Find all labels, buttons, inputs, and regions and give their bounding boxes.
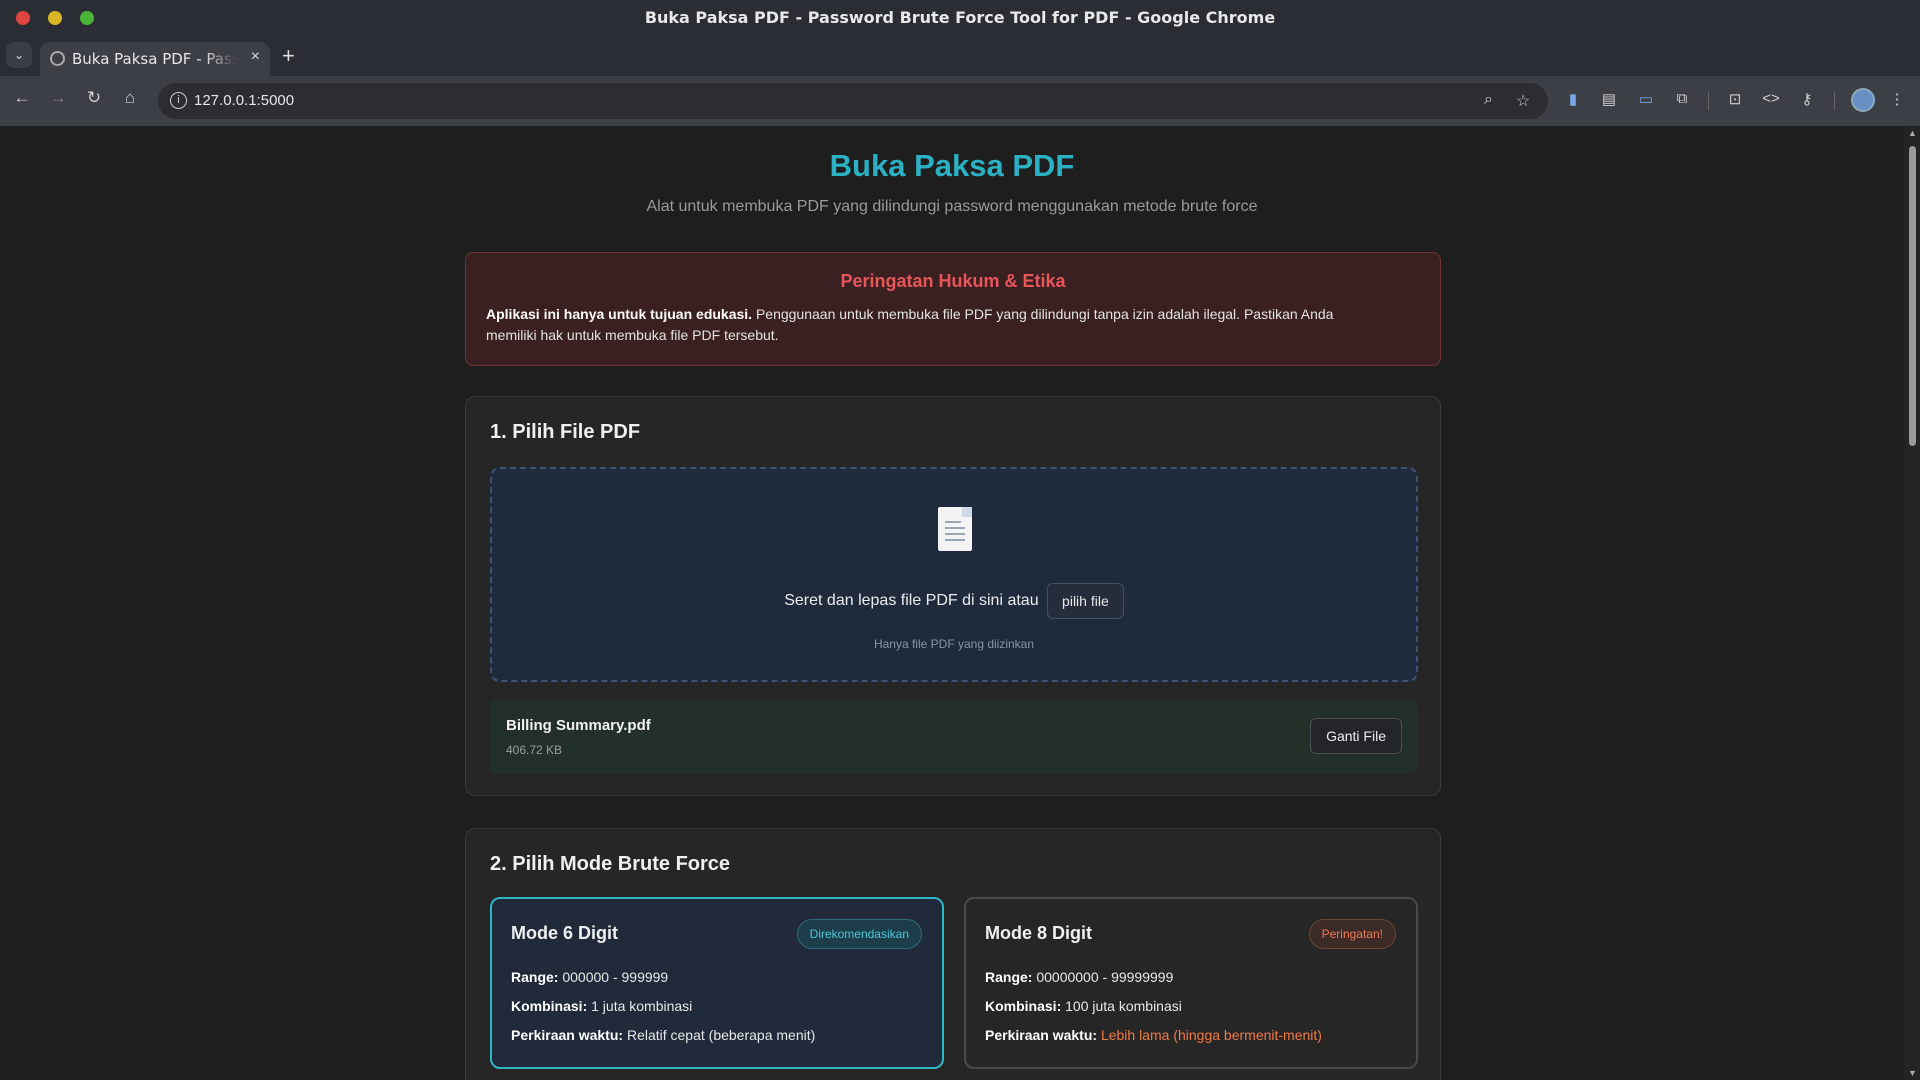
back-icon[interactable]: ← (10, 88, 34, 108)
site-info-icon[interactable]: i (170, 92, 187, 109)
password-key-icon[interactable]: ⚷ (1796, 90, 1818, 108)
selected-file-box: Billing Summary.pdf 406.72 KB Ganti File (490, 700, 1418, 774)
dropzone-hint: Hanya file PDF yang diizinkan (873, 637, 1035, 651)
pick-file-button[interactable]: pilih file (1047, 583, 1124, 619)
page-scrollbar[interactable]: ▲ ▼ (1904, 126, 1920, 1080)
page-title: Buka Paksa PDF (829, 148, 1075, 183)
globe-icon (50, 51, 65, 66)
dropzone-text: Seret dan lepas file PDF di sini atau pi… (492, 583, 1416, 619)
mode-8-digit-option[interactable]: Mode 8 Digit Peringatan! Range: 00000000… (964, 897, 1418, 1069)
window-titlebar: Buka Paksa PDF - Password Brute Force To… (0, 0, 1920, 36)
bookmark-star-icon[interactable]: ☆ (1516, 91, 1530, 111)
mode-title: Mode 8 Digit (985, 923, 1092, 943)
document-icon (938, 507, 972, 551)
tab-title: Buka Paksa PDF - Password Brute Force To… (72, 50, 237, 68)
mode-range: Range: 000000 - 999999 (511, 969, 669, 985)
browser-tab[interactable]: Buka Paksa PDF - Password Brute Force To… (40, 42, 270, 76)
mode-combinations: Kombinasi: 100 juta kombinasi (985, 998, 1182, 1014)
window-title: Buka Paksa PDF - Password Brute Force To… (644, 8, 1276, 27)
tab-strip: ⌄ Buka Paksa PDF - Password Brute Force … (0, 36, 1920, 76)
mode-title: Mode 6 Digit (511, 923, 618, 943)
puzzle-extensions-icon[interactable]: ⧉ (1671, 90, 1693, 107)
scroll-up-icon[interactable]: ▲ (1908, 128, 1917, 138)
warning-text: Aplikasi ini hanya untuk tujuan edukasi.… (486, 304, 1380, 346)
step1-title: 1. Pilih File PDF (490, 421, 641, 443)
recommended-badge: Direkomendasikan (796, 919, 922, 949)
step2-title: 2. Pilih Mode Brute Force (490, 853, 731, 875)
scrollbar-thumb[interactable] (1909, 146, 1916, 446)
mode-estimated-time: Perkiraan waktu: Lebih lama (hingga berm… (985, 1027, 1322, 1043)
warning-badge: Peringatan! (1308, 919, 1396, 949)
file-size: 406.72 KB (506, 743, 563, 757)
home-icon[interactable]: ⌂ (118, 88, 142, 108)
warning-title: Peringatan Hukum & Etika (840, 271, 1066, 291)
tab-close-icon[interactable]: × (251, 48, 260, 66)
mode-estimated-time: Perkiraan waktu: Relatif cepat (beberapa… (511, 1027, 816, 1043)
mode-combinations: Kombinasi: 1 juta kombinasi (511, 998, 693, 1014)
page-subtitle: Alat untuk membuka PDF yang dilindungi p… (646, 198, 1258, 215)
forward-icon[interactable]: → (46, 88, 70, 108)
profile-avatar[interactable] (1851, 88, 1875, 112)
mode-range: Range: 00000000 - 99999999 (985, 969, 1174, 985)
dropzone-instruction: Seret dan lepas file PDF di sini atau (784, 592, 1039, 610)
page-content: Buka Paksa PDF Alat untuk membuka PDF ya… (0, 126, 1904, 1080)
warning-bold-text: Aplikasi ini hanya untuk tujuan edukasi. (486, 306, 753, 322)
scroll-down-icon[interactable]: ▼ (1908, 1068, 1917, 1078)
reload-icon[interactable]: ↻ (82, 88, 106, 108)
new-tab-button[interactable]: + (282, 43, 295, 69)
address-url[interactable]: 127.0.0.1:5000 (194, 92, 294, 109)
legal-warning-box: Peringatan Hukum & Etika Aplikasi ini ha… (465, 252, 1441, 366)
file-name: Billing Summary.pdf (506, 717, 651, 734)
select-mode-card: 2. Pilih Mode Brute Force Mode 6 Digit D… (465, 828, 1441, 1080)
menu-kebab-icon[interactable]: ⋮ (1886, 90, 1908, 108)
address-bar[interactable]: i 127.0.0.1:5000 ⌕ ☆ (158, 83, 1548, 119)
zoom-icon[interactable]: ⌕ (1484, 91, 1493, 109)
toolbar-divider (1834, 92, 1835, 110)
mode-6-digit-option[interactable]: Mode 6 Digit Direkomendasikan Range: 000… (490, 897, 944, 1069)
translate-extension-icon[interactable]: ▭ (1635, 90, 1657, 108)
code-icon[interactable]: <> (1760, 90, 1782, 107)
tab-search-button[interactable]: ⌄ (6, 42, 32, 68)
select-file-card: 1. Pilih File PDF Seret dan lepas file P… (465, 396, 1441, 796)
browser-toolbar: ← → ↻ ⌂ i 127.0.0.1:5000 ⌕ ☆ ▮ ▤ ▭ ⧉ ⊡ <… (0, 76, 1920, 126)
change-file-button[interactable]: Ganti File (1310, 718, 1402, 754)
document-extension-icon[interactable]: ▤ (1598, 90, 1620, 108)
screenshot-icon[interactable]: ⊡ (1724, 90, 1746, 108)
extension-icon[interactable]: ▮ (1562, 90, 1584, 108)
pdf-dropzone[interactable]: Seret dan lepas file PDF di sini atau pi… (490, 467, 1418, 682)
toolbar-divider (1708, 92, 1709, 110)
